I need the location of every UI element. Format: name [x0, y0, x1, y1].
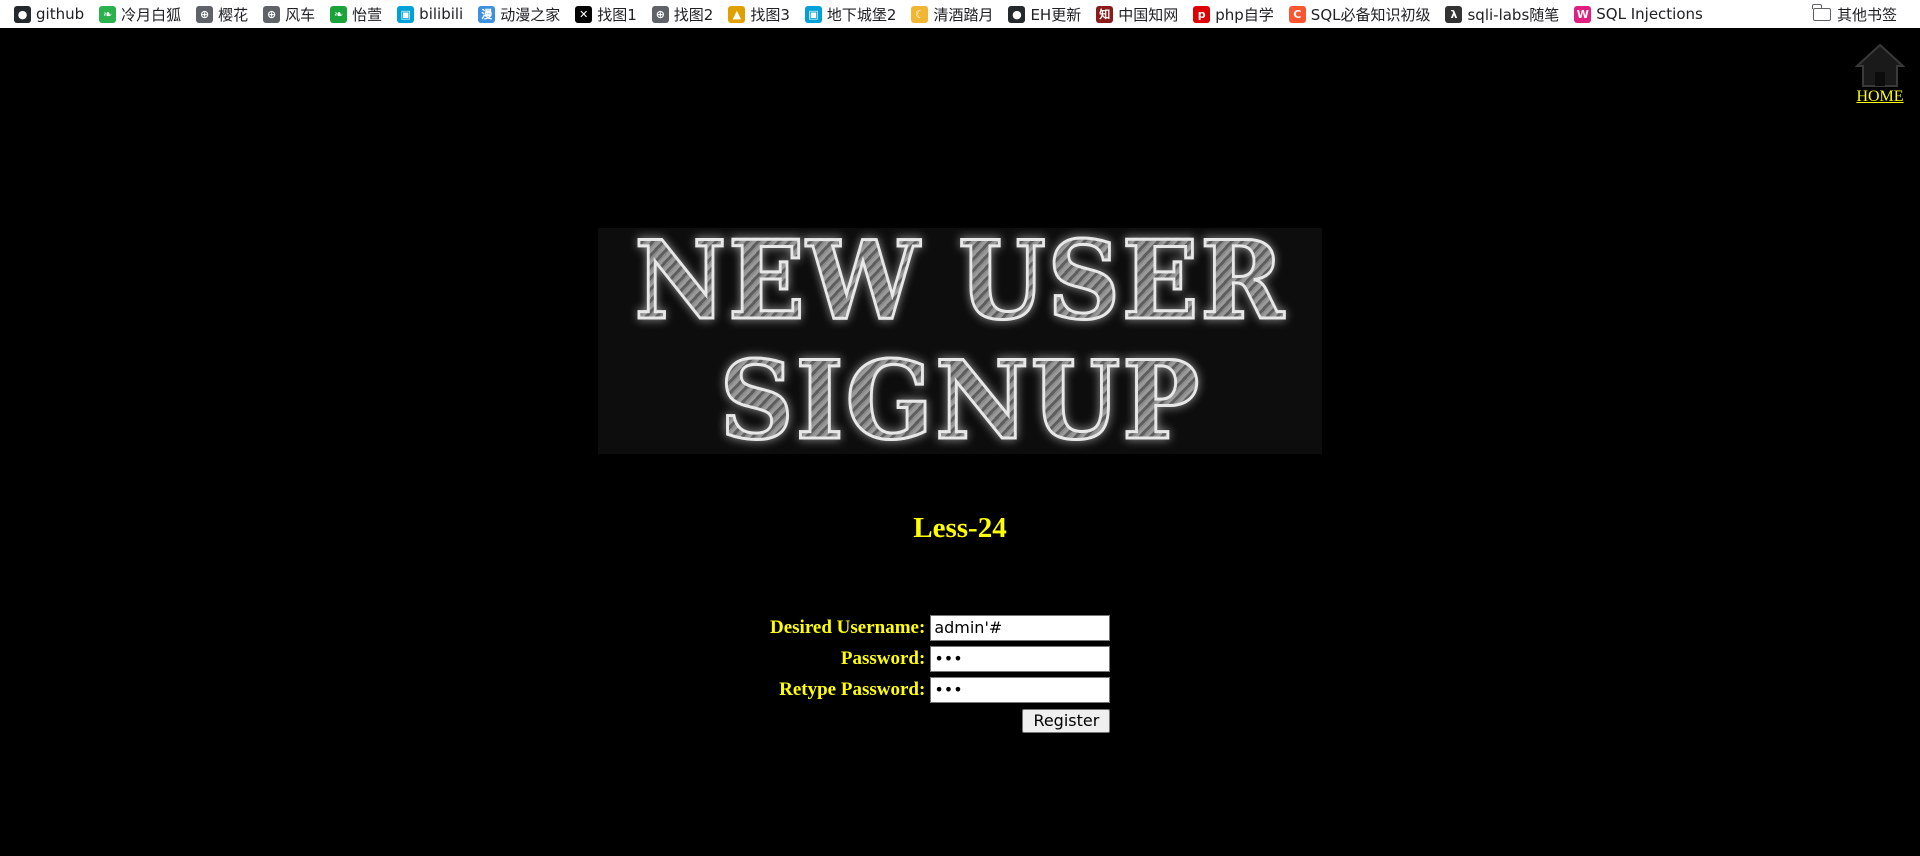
bookmark-label: 清酒踏月	[933, 5, 994, 24]
bookmark-item[interactable]: ⊕ 风车	[263, 4, 315, 25]
globe-icon: ⊕	[196, 5, 214, 23]
bookmark-label: 动漫之家	[500, 5, 561, 24]
github-icon: ●	[14, 5, 31, 23]
bookmarks-bar: ● github ❧ 冷月白狐 ⊕ 樱花 ⊕ 风车 ❧ 怡萱 ▣ bilibili 漫动漫之家 ✕ 找图1 ⊕…	[0, 0, 1920, 28]
retype-password-label: Retype Password:	[779, 678, 926, 700]
bilibili-icon: ▣	[804, 5, 822, 23]
submit-row: Register	[770, 705, 1111, 736]
bookmark-label: 地下城堡2	[826, 5, 897, 24]
cnki-icon: 知	[1096, 5, 1114, 23]
bookmark-label: php自学	[1215, 5, 1274, 24]
bookmark-label: EH更新	[1030, 5, 1082, 24]
leaf-icon: ❧	[330, 5, 348, 23]
bookmark-label: github	[36, 5, 85, 23]
bilibili-icon: ▣	[397, 5, 415, 23]
w-icon: W	[1574, 5, 1592, 23]
x-icon: ✕	[575, 5, 593, 23]
folder-icon	[1812, 3, 1831, 21]
bookmark-item[interactable]: ● EH更新	[1008, 4, 1081, 25]
password-label: Password:	[840, 647, 926, 669]
c-icon: C	[1288, 5, 1306, 23]
signup-form: Desired Username: Password: Retype Passw…	[770, 612, 1111, 736]
bookmark-item[interactable]: ❧ 怡萱	[330, 4, 382, 25]
username-row: Desired Username:	[770, 612, 1111, 643]
bookmark-label: 怡萱	[352, 5, 383, 24]
bookmark-item[interactable]: p php自学	[1193, 4, 1274, 25]
bookmark-label: 樱花	[218, 5, 249, 24]
bookmark-label: 冷月白狐	[121, 5, 182, 24]
bookmark-item[interactable]: C SQL必备知识初级	[1288, 4, 1431, 25]
bookmark-label: 找图3	[750, 5, 790, 24]
php-icon: p	[1193, 5, 1211, 23]
bookmark-item[interactable]: ✕ 找图1	[575, 4, 637, 25]
register-button[interactable]: Register	[1022, 708, 1111, 733]
password-row: Password:	[770, 643, 1111, 674]
github-icon: ●	[1008, 5, 1026, 23]
retype-password-field[interactable]	[930, 676, 1111, 703]
bookmark-item[interactable]: ▲ 找图3	[728, 4, 790, 25]
other-bookmarks-folder[interactable]: 其他书签	[1812, 0, 1897, 28]
leaf-icon: ❧	[99, 5, 117, 23]
bookmark-label: 找图2	[673, 5, 714, 24]
bookmark-label: bilibili	[419, 5, 464, 23]
bookmark-label: 风车	[285, 5, 316, 24]
lambda-icon: λ	[1445, 5, 1463, 23]
bookmark-item[interactable]: 知中国知网	[1096, 4, 1178, 25]
bookmarks-list: ● github ❧ 冷月白狐 ⊕ 樱花 ⊕ 风车 ❧ 怡萱 ▣ bilibili 漫动漫之家 ✕ 找图1 ⊕…	[14, 4, 1718, 25]
moon-icon: ☾	[911, 5, 929, 23]
username-field[interactable]	[930, 614, 1111, 641]
username-label: Desired Username:	[770, 616, 926, 638]
globe-icon: ⊕	[263, 5, 281, 23]
signup-banner-image: NEW USER SIGNUP	[598, 220, 1322, 463]
bookmark-item[interactable]: ● github	[14, 5, 84, 23]
bookmark-item[interactable]: ❧ 冷月白狐	[99, 4, 181, 25]
bookmark-item[interactable]: λ sqli-labs随笔	[1445, 4, 1559, 25]
image-icon: ▲	[728, 5, 746, 23]
bookmark-label: sqli-labs随笔	[1467, 5, 1560, 24]
bookmark-label: SQL Injections	[1596, 5, 1703, 23]
bookmark-item[interactable]: W SQL Injections	[1574, 5, 1703, 23]
other-bookmarks-label: 其他书签	[1836, 5, 1897, 24]
banner-line-2: SIGNUP	[718, 338, 1201, 464]
retype-password-row: Retype Password:	[770, 674, 1111, 705]
bookmark-item[interactable]: ⊕ 找图2	[651, 4, 714, 25]
home-icon[interactable]	[1855, 42, 1905, 88]
bookmark-item[interactable]: ☾ 清酒踏月	[911, 4, 993, 25]
bookmark-item[interactable]: ⊕ 樱花	[196, 4, 248, 25]
banner-line-1: NEW USER	[633, 218, 1286, 344]
home-nav[interactable]: HOME	[1850, 42, 1910, 106]
bookmark-label: SQL必备知识初级	[1310, 5, 1431, 24]
home-link[interactable]: HOME	[1856, 88, 1903, 105]
bookmark-item[interactable]: ▣ bilibili	[397, 5, 463, 23]
bookmark-label: 找图1	[597, 5, 637, 24]
globe-icon: ⊕	[651, 5, 669, 23]
bookmark-label: 中国知网	[1118, 5, 1179, 24]
password-field[interactable]	[930, 645, 1111, 672]
bookmark-item[interactable]: ▣ 地下城堡2	[804, 4, 897, 25]
bookmark-item[interactable]: 漫动漫之家	[478, 4, 560, 25]
lesson-title: Less-24	[913, 512, 1007, 544]
manga-icon: 漫	[478, 5, 496, 23]
